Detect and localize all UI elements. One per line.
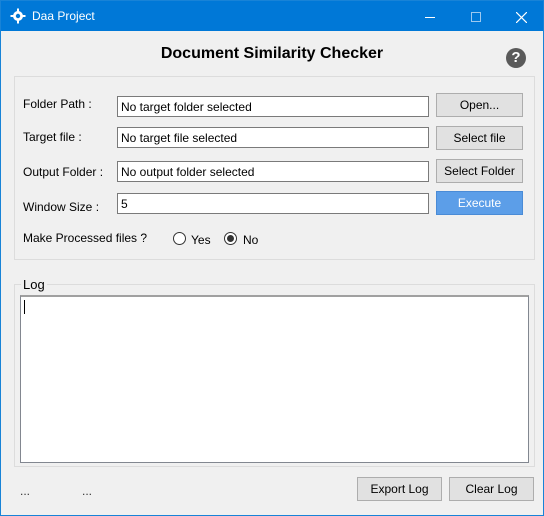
select-folder-button[interactable]: Select Folder xyxy=(436,159,523,183)
clear-log-button[interactable]: Clear Log xyxy=(449,477,534,501)
window-title: Daa Project xyxy=(32,9,95,23)
maximize-button[interactable] xyxy=(453,1,499,31)
minimize-icon xyxy=(425,16,435,18)
close-icon xyxy=(515,11,527,24)
window-size-label: Window Size : xyxy=(23,200,100,214)
radio-yes[interactable] xyxy=(173,232,186,245)
output-folder-field[interactable]: No output folder selected xyxy=(117,161,429,182)
status-text-2: ... xyxy=(82,484,93,498)
window-size-value: 5 xyxy=(121,197,128,211)
output-folder-label: Output Folder : xyxy=(23,165,104,179)
radio-no[interactable] xyxy=(224,232,237,245)
target-file-field[interactable]: No target file selected xyxy=(117,127,429,148)
app-window: Daa Project Document Similarity Checker … xyxy=(0,0,544,516)
log-legend: Log xyxy=(21,277,47,292)
folder-path-label: Folder Path : xyxy=(23,97,92,111)
help-icon[interactable]: ? xyxy=(506,48,526,68)
window-size-spinbox[interactable]: 5 ▲ ▼ xyxy=(117,193,429,214)
gear-icon xyxy=(10,8,26,24)
close-button[interactable] xyxy=(498,1,544,31)
log-textarea[interactable] xyxy=(20,295,529,463)
maximize-icon xyxy=(471,12,481,23)
select-file-button[interactable]: Select file xyxy=(436,126,523,150)
title-bar[interactable]: Daa Project xyxy=(1,1,543,31)
execute-button[interactable]: Execute xyxy=(436,191,523,215)
export-log-button[interactable]: Export Log xyxy=(357,477,442,501)
folder-path-field[interactable]: No target folder selected xyxy=(117,96,429,117)
target-file-label: Target file : xyxy=(23,130,82,144)
open-button[interactable]: Open... xyxy=(436,93,523,117)
radio-no-label[interactable]: No xyxy=(243,233,258,247)
status-text-1: ... xyxy=(20,484,31,498)
processed-files-label: Make Processed files ? xyxy=(23,231,148,245)
page-title: Document Similarity Checker xyxy=(160,45,384,62)
minimize-button[interactable] xyxy=(407,1,453,31)
radio-yes-label[interactable]: Yes xyxy=(191,233,211,247)
text-caret xyxy=(24,300,25,314)
